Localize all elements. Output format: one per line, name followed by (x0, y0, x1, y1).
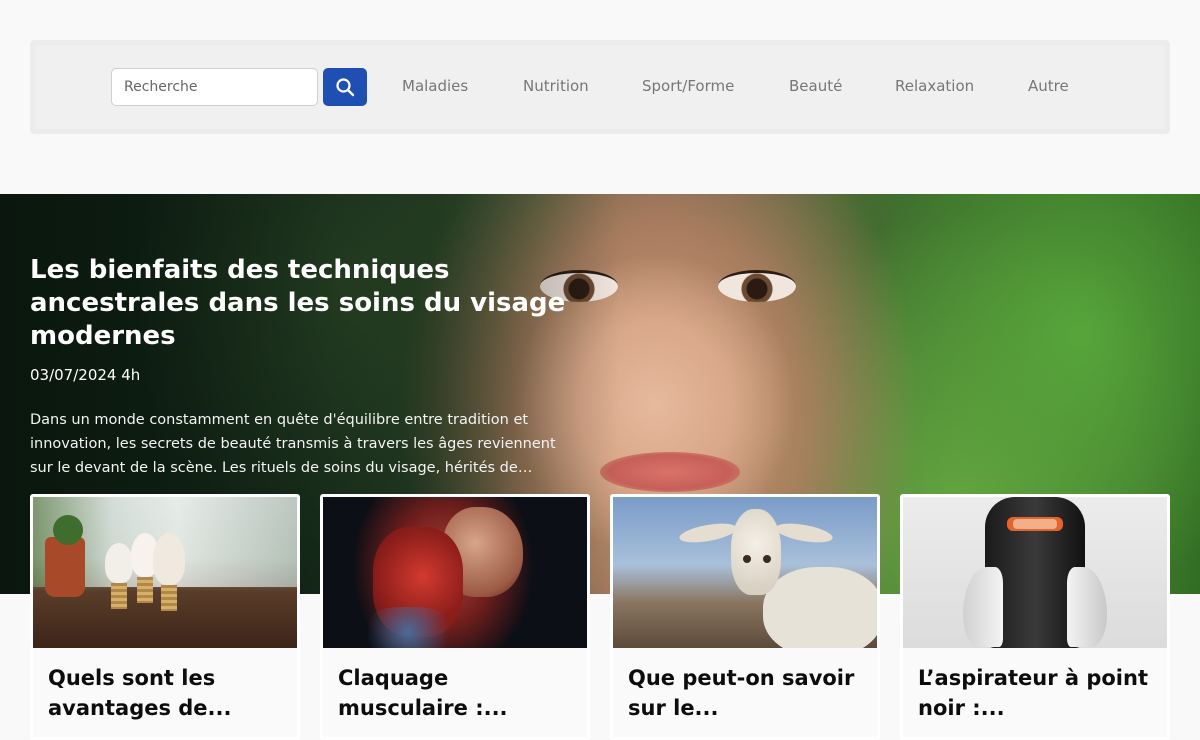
hero-photo-lips (600, 452, 740, 492)
search-button[interactable] (323, 68, 367, 106)
article-card[interactable]: Claquage musculaire :... (320, 494, 590, 740)
card-image-light-bulbs (33, 497, 297, 648)
article-card[interactable]: Quels sont les avantages de... (30, 494, 300, 740)
nav-link-relaxation[interactable]: Relaxation (895, 77, 974, 95)
hero-excerpt: Dans un monde constamment en quête d'équ… (30, 412, 556, 476)
nav-inner: Maladies Nutrition Sport/Forme Beauté Re… (35, 45, 1165, 129)
hero-date: 03/07/2024 4h (30, 366, 141, 384)
nav-link-beaute[interactable]: Beauté (789, 77, 842, 95)
hero-title[interactable]: Les bienfaits des techniques ancestrales… (30, 254, 570, 353)
search-input[interactable] (111, 68, 318, 106)
hero-photo-eye-right (718, 270, 796, 302)
nav-link-sport-forme[interactable]: Sport/Forme (642, 77, 734, 95)
card-title[interactable]: L’aspirateur à point noir :... (918, 663, 1158, 723)
card-title[interactable]: Quels sont les avantages de... (48, 663, 288, 723)
card-title[interactable]: Que peut-on savoir sur le... (628, 663, 868, 723)
card-image-muscle-anatomy (323, 497, 587, 648)
nav-link-maladies[interactable]: Maladies (402, 77, 468, 95)
article-card[interactable]: Que peut-on savoir sur le... (610, 494, 880, 740)
card-image-goat (613, 497, 877, 648)
card-image-blackhead-vacuum (903, 497, 1167, 648)
top-navigation: Maladies Nutrition Sport/Forme Beauté Re… (30, 40, 1170, 134)
article-card[interactable]: L’aspirateur à point noir :... (900, 494, 1170, 740)
card-title[interactable]: Claquage musculaire :... (338, 663, 578, 723)
nav-link-nutrition[interactable]: Nutrition (523, 77, 589, 95)
search-icon (336, 78, 355, 97)
nav-link-autre[interactable]: Autre (1028, 77, 1069, 95)
